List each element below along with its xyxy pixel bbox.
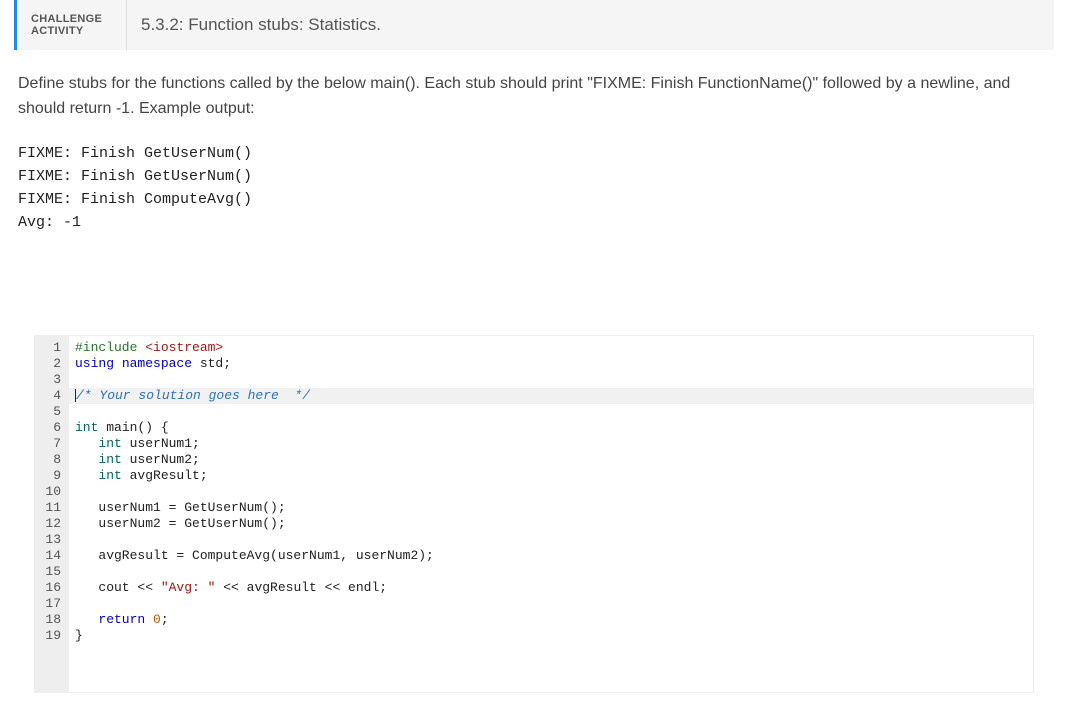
code-line[interactable]: userNum1 = GetUserNum(); <box>75 500 1033 516</box>
line-number: 18 <box>43 612 61 628</box>
code-token: return <box>98 612 153 627</box>
code-token: avgResult = ComputeAvg(userNum1, userNum… <box>75 548 434 563</box>
code-token: int <box>75 420 106 435</box>
code-line[interactable]: int main() { <box>75 420 1033 436</box>
code-token: 0 <box>153 612 161 627</box>
code-token <box>75 468 98 483</box>
code-line[interactable]: int userNum1; <box>75 436 1033 452</box>
code-line[interactable]: int avgResult; <box>75 468 1033 484</box>
code-token: userNum2; <box>130 452 200 467</box>
code-line[interactable] <box>75 404 1033 420</box>
code-token: avgResult; <box>130 468 208 483</box>
code-token <box>75 436 98 451</box>
line-number-gutter: 12345678910111213141516171819 <box>35 336 69 692</box>
code-token: userNum1 = GetUserNum(); <box>75 500 286 515</box>
challenge-label: CHALLENGE ACTIVITY <box>17 0 127 50</box>
line-number: 6 <box>43 420 61 436</box>
line-number: 15 <box>43 564 61 580</box>
line-number: 4 <box>43 388 61 404</box>
line-number: 1 <box>43 340 61 356</box>
code-token: std; <box>200 356 231 371</box>
code-token: userNum1; <box>130 436 200 451</box>
code-token <box>75 612 98 627</box>
code-token: int <box>98 436 129 451</box>
code-line[interactable]: using namespace std; <box>75 356 1033 372</box>
line-number: 10 <box>43 484 61 500</box>
challenge-label-line2: ACTIVITY <box>31 25 112 37</box>
code-token: namespace <box>122 356 200 371</box>
code-token: int <box>98 468 129 483</box>
code-token: main() { <box>106 420 168 435</box>
line-number: 11 <box>43 500 61 516</box>
example-output: FIXME: Finish GetUserNum() FIXME: Finish… <box>14 142 1054 235</box>
code-token: cout << <box>75 580 161 595</box>
line-number: 2 <box>43 356 61 372</box>
code-line[interactable]: cout << "Avg: " << avgResult << endl; <box>75 580 1033 596</box>
line-number: 19 <box>43 628 61 644</box>
code-token: #include <box>75 340 145 355</box>
line-number: 13 <box>43 532 61 548</box>
problem-description: Define stubs for the functions called by… <box>14 72 1054 122</box>
line-number: 5 <box>43 404 61 420</box>
line-number: 14 <box>43 548 61 564</box>
line-number: 12 <box>43 516 61 532</box>
line-number: 16 <box>43 580 61 596</box>
code-area[interactable]: #include <iostream>using namespace std; … <box>69 336 1033 692</box>
code-token: <iostream> <box>145 340 223 355</box>
code-editor[interactable]: 12345678910111213141516171819 #include <… <box>34 335 1034 693</box>
code-line[interactable] <box>75 532 1033 548</box>
code-line[interactable]: } <box>75 628 1033 644</box>
code-token: ; <box>161 612 169 627</box>
code-token: /* Your solution goes here */ <box>76 388 310 403</box>
code-line[interactable] <box>75 596 1033 612</box>
code-token: using <box>75 356 122 371</box>
code-line[interactable]: return 0; <box>75 612 1033 628</box>
code-token: int <box>98 452 129 467</box>
challenge-label-line1: CHALLENGE <box>31 13 112 25</box>
challenge-header: CHALLENGE ACTIVITY 5.3.2: Function stubs… <box>14 0 1054 50</box>
code-line[interactable]: int userNum2; <box>75 452 1033 468</box>
code-token <box>75 452 98 467</box>
challenge-title: 5.3.2: Function stubs: Statistics. <box>127 0 395 50</box>
code-line[interactable]: avgResult = ComputeAvg(userNum1, userNum… <box>75 548 1033 564</box>
line-number: 8 <box>43 452 61 468</box>
line-number: 9 <box>43 468 61 484</box>
code-line[interactable] <box>75 372 1033 388</box>
code-line[interactable] <box>75 484 1033 500</box>
code-line[interactable] <box>75 564 1033 580</box>
code-token: userNum2 = GetUserNum(); <box>75 516 286 531</box>
code-line[interactable]: userNum2 = GetUserNum(); <box>75 516 1033 532</box>
line-number: 17 <box>43 596 61 612</box>
line-number: 7 <box>43 436 61 452</box>
code-token: << avgResult << endl; <box>215 580 387 595</box>
line-number: 3 <box>43 372 61 388</box>
code-token: } <box>75 628 83 643</box>
code-line[interactable]: #include <iostream> <box>75 340 1033 356</box>
code-token: "Avg: " <box>161 580 216 595</box>
code-line[interactable]: /* Your solution goes here */ <box>69 388 1033 404</box>
